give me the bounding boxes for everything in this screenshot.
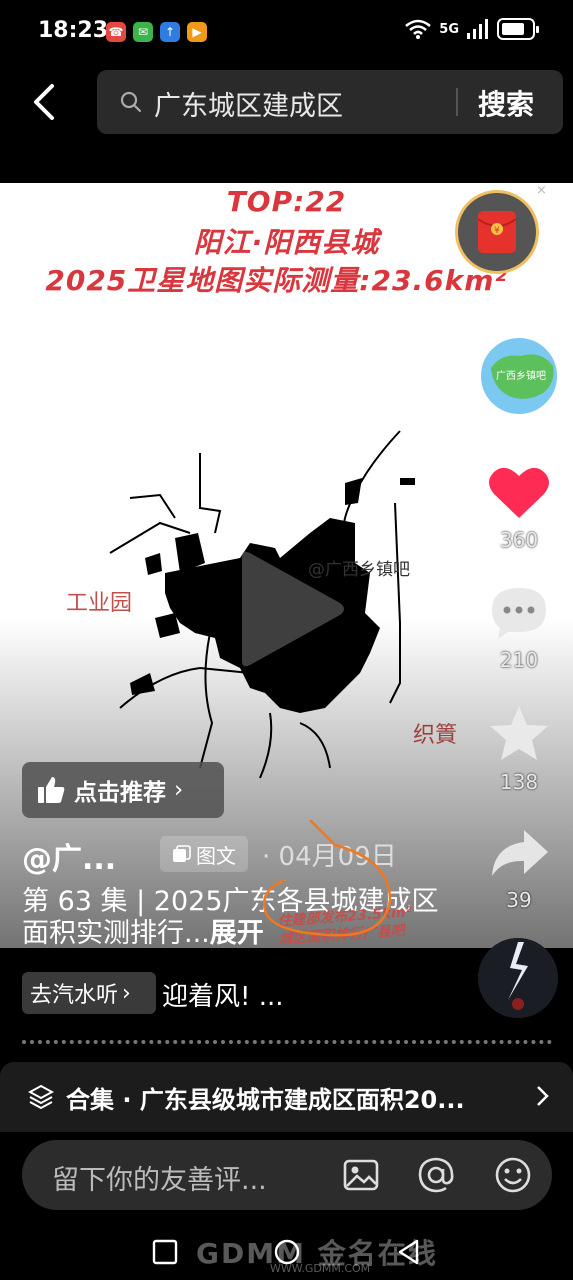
svg-text:¥: ¥ [494,226,500,236]
missed-call-icon: ☎ [106,22,126,42]
heart-icon [489,467,549,518]
author-avatar[interactable]: 广西乡镇吧 [479,336,559,416]
comment-placeholder: 留下你的友善评... [52,1165,267,1196]
mention-icon[interactable] [417,1156,455,1194]
share-count: 39 [506,888,532,912]
wifi-icon [405,19,432,39]
search-input[interactable]: 广东城区建成区 [154,84,343,123]
chevron-right-icon: › [122,980,131,1006]
recommend-label: 点击推荐 [74,780,166,806]
image-icon[interactable] [342,1156,380,1194]
lightning-art-icon [478,938,558,1018]
like-count: 360 [499,528,539,552]
status-bar: 18:23 ☎ ✉ ↑ ▶ 5G [0,0,573,64]
recommend-button[interactable]: 点击推荐 › [22,762,224,818]
red-packet-close-icon[interactable]: × [536,183,547,198]
back-arrow-icon[interactable] [26,82,66,122]
comment-count: 210 [499,648,539,672]
share-arrow-icon [492,830,548,876]
search-divider [456,88,458,116]
recents-icon[interactable] [151,1238,179,1266]
status-right: 5G [405,18,539,40]
comment-icon [492,588,546,639]
comment-input[interactable]: 留下你的友善评... [22,1140,552,1210]
favorite-button[interactable]: 138 [484,704,554,794]
avatar-label: 广西乡镇吧 [496,369,546,382]
music-chip-button[interactable]: 去汽水听 › [22,972,156,1014]
post-type-badge: 图文 [160,836,248,872]
label-industrial-park: 工业园 [66,591,133,616]
site-watermark-url: WWW.GDMM.COM [270,1262,371,1275]
progress-indicator [22,1040,552,1044]
status-time: 18:23 [38,18,109,43]
author-name[interactable]: @广... [22,834,116,878]
search-button[interactable]: 搜索 [478,83,534,123]
red-envelope-icon: ¥ [477,211,517,253]
search-icon [120,91,142,113]
collection-bar[interactable]: 合集 · 广东县级城市建成区面积20... [0,1062,573,1132]
favorite-count: 138 [499,770,539,794]
hand-drawn-circle [262,820,392,937]
share-button[interactable]: 39 [484,828,554,912]
music-disc[interactable] [478,938,558,1018]
emoji-icon[interactable] [494,1156,532,1194]
signal-icon [467,19,488,39]
wechat-icon: ✉ [133,22,153,42]
music-chip-label: 去汽水听 [30,983,119,1008]
post-type-label: 图文 [196,843,236,868]
search-bar[interactable]: 广东城区建成区 搜索 [97,70,563,134]
layers-icon [28,1084,54,1110]
chevron-right-icon: › [174,777,184,803]
comment-button[interactable]: 210 [484,584,554,672]
upload-icon: ↑ [160,22,180,42]
image-text-icon [173,845,191,862]
music-title[interactable]: 迎着风! ... [162,976,283,1013]
red-packet-button[interactable]: ¥ [455,190,539,274]
chevron-right-icon [537,1086,549,1106]
app-icon: ▶ [187,22,207,42]
play-icon[interactable] [232,549,352,669]
battery-icon [497,18,539,40]
network-label: 5G [439,21,459,37]
thumbs-up-icon [38,777,65,803]
star-icon [490,706,548,760]
collection-label: 合集 · 广东县级城市建成区面积20... [66,1086,465,1114]
like-button[interactable]: 360 [484,464,554,552]
